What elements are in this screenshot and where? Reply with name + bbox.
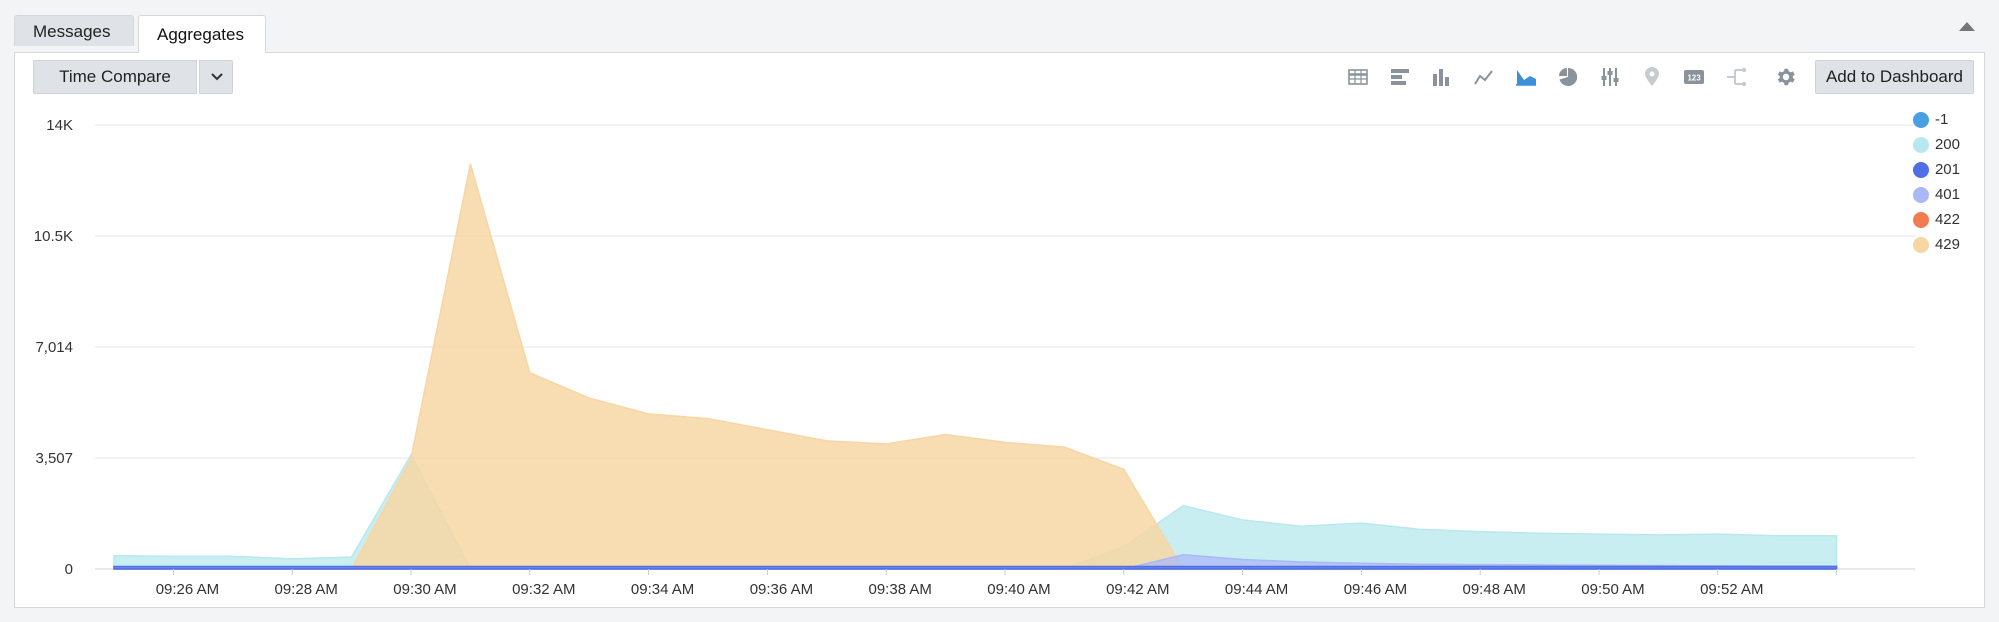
x-tick-label: 09:52 AM — [1700, 581, 1763, 598]
series-area-429 — [114, 163, 1837, 570]
y-tick-label: 7,014 — [35, 339, 73, 356]
x-tick-label: 09:50 AM — [1581, 581, 1644, 598]
x-tick-label: 09:38 AM — [869, 581, 932, 598]
x-tick-label: 09:32 AM — [512, 581, 575, 598]
legend-label: 201 — [1934, 161, 1960, 178]
x-tick-label: 09:30 AM — [393, 581, 456, 598]
series-area-201 — [113, 565, 1838, 570]
tab-aggregates[interactable]: Aggregates — [138, 15, 266, 53]
legend-label: 200 — [1934, 136, 1960, 153]
legend-item[interactable]: -1 — [1912, 107, 1960, 132]
y-tick-label: 3,507 — [35, 450, 73, 467]
x-tick-label: 09:46 AM — [1344, 581, 1407, 598]
legend-item[interactable]: 422 — [1912, 207, 1960, 232]
x-tick-label: 09:42 AM — [1106, 581, 1169, 598]
legend-item[interactable]: 201 — [1912, 157, 1960, 182]
x-tick-label: 09:36 AM — [750, 581, 813, 598]
x-tick-label: 09:28 AM — [275, 581, 338, 598]
legend-swatch — [1912, 161, 1929, 178]
legend-swatch — [1912, 211, 1929, 228]
legend-label: 429 — [1934, 236, 1960, 253]
legend-item[interactable]: 401 — [1912, 182, 1960, 207]
legend-swatch — [1912, 236, 1929, 253]
y-tick-label: 10.5K — [34, 228, 73, 245]
legend-item[interactable]: 429 — [1912, 232, 1960, 257]
x-tick-label: 09:26 AM — [156, 581, 219, 598]
tab-messages[interactable]: Messages — [14, 15, 134, 46]
legend-label: 422 — [1934, 211, 1960, 228]
x-tick-label: 09:48 AM — [1463, 581, 1526, 598]
chart-legend: -1 200 201 401 422 429 — [1912, 107, 1960, 257]
legend-swatch — [1912, 136, 1929, 153]
legend-swatch — [1912, 186, 1929, 203]
y-tick-label: 0 — [65, 561, 73, 578]
legend-swatch — [1912, 111, 1929, 128]
legend-label: 401 — [1934, 186, 1960, 203]
x-tick-label: 09:34 AM — [631, 581, 694, 598]
collapse-panel-icon[interactable] — [1959, 22, 1975, 31]
area-chart: 0 3,507 7,014 10.5K 14K 09:26 AM 09:28 AM 09:30… — [34, 117, 1915, 598]
x-tick-label: 09:44 AM — [1225, 581, 1288, 598]
x-tick-label: 09:40 AM — [987, 581, 1050, 598]
legend-label: -1 — [1934, 111, 1949, 128]
y-tick-label: 14K — [46, 117, 73, 134]
tab-bar: Messages Aggregates — [0, 0, 1999, 53]
legend-item[interactable]: 200 — [1912, 132, 1960, 157]
aggregates-panel: Time Compare 123 Add to Dashboard 0 3,50… — [14, 52, 1985, 608]
